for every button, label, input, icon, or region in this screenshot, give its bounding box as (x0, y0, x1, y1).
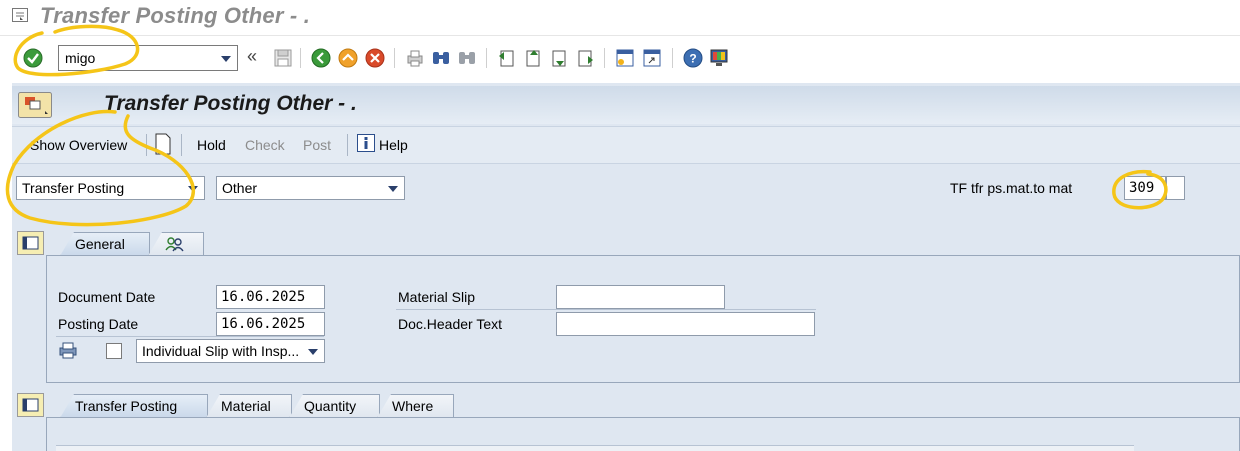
shortcut-icon[interactable] (641, 47, 663, 69)
collapse-icon[interactable]: « (247, 46, 257, 67)
print-version-select[interactable]: Individual Slip with Insp... (136, 339, 325, 363)
info-icon[interactable] (357, 134, 375, 152)
print-version-value: Individual Slip with Insp... (142, 343, 300, 359)
hold-button[interactable]: Hold (197, 137, 226, 153)
post-button[interactable]: Post (303, 137, 331, 153)
expand-detail-icon[interactable] (17, 393, 44, 417)
special-stock-field[interactable] (1166, 176, 1185, 200)
action-select-value: Transfer Posting (22, 180, 125, 196)
toolbar-separator (146, 134, 147, 156)
create-session-icon[interactable] (614, 47, 636, 69)
save-icon[interactable] (272, 47, 294, 69)
expand-header-icon[interactable] (17, 231, 44, 255)
chevron-down-icon[interactable] (308, 349, 318, 355)
movement-type-field[interactable]: 309 (1124, 176, 1166, 200)
posting-date-label: Posting Date (58, 316, 139, 332)
toolbar-separator (604, 48, 605, 68)
last-page-icon[interactable] (574, 47, 596, 69)
tab-general-label: General (75, 236, 125, 252)
print-icon[interactable] (58, 340, 78, 360)
toolbar-separator (672, 48, 673, 68)
window-title-bar: Transfer Posting Other - . (0, 0, 1240, 36)
exit-icon[interactable] (337, 47, 359, 69)
tab-quantity[interactable]: Quantity (289, 394, 380, 418)
svg-text:?: ? (689, 52, 696, 66)
tab-material[interactable]: Material (206, 394, 292, 418)
customize-layout-icon[interactable] (708, 47, 730, 69)
material-slip-field[interactable] (556, 285, 725, 309)
menu-icon[interactable] (12, 8, 28, 22)
divider (396, 309, 816, 310)
find-next-icon[interactable] (456, 47, 478, 69)
document-date-value: 16.06.2025 (221, 289, 306, 305)
action-select[interactable]: Transfer Posting (16, 176, 205, 200)
app-menu-icon[interactable] (18, 92, 52, 118)
chevron-down-icon[interactable] (388, 186, 398, 192)
tab-material-label: Material (221, 398, 271, 414)
show-overview-button[interactable]: Show Overview (30, 137, 127, 153)
posting-date-field[interactable]: 16.06.2025 (216, 312, 325, 336)
chevron-down-icon[interactable] (188, 186, 198, 192)
command-field[interactable]: migo (58, 45, 238, 71)
to-section-header (626, 445, 1134, 451)
help-icon[interactable]: ? (682, 47, 704, 69)
first-page-icon[interactable] (496, 47, 518, 69)
enter-icon[interactable] (22, 47, 44, 69)
check-button[interactable]: Check (245, 137, 285, 153)
doc-header-text-field[interactable] (556, 312, 815, 336)
toolbar-separator (347, 134, 348, 156)
new-document-icon[interactable] (155, 133, 171, 155)
left-margin (0, 83, 12, 451)
reference-select-value: Other (222, 180, 258, 196)
toolbar-separator (486, 48, 487, 68)
movement-type-label: TF tfr ps.mat.to mat (950, 180, 1073, 196)
document-date-label: Document Date (58, 289, 156, 305)
find-icon[interactable] (430, 47, 452, 69)
tab-quantity-label: Quantity (304, 398, 357, 414)
print-icon[interactable] (404, 47, 426, 69)
next-page-icon[interactable] (548, 47, 570, 69)
toolbar-separator (300, 48, 301, 68)
tab-transfer-posting-label: Transfer Posting (75, 398, 178, 414)
doc-header-text-label: Doc.Header Text (398, 316, 503, 332)
tab-transfer-posting[interactable]: Transfer Posting (60, 394, 208, 418)
partner-icon (165, 237, 184, 252)
help-button[interactable]: Help (379, 137, 408, 153)
divider (56, 336, 324, 337)
from-section-header (56, 445, 626, 451)
cancel-icon[interactable] (364, 47, 386, 69)
chevron-down-icon[interactable] (221, 56, 231, 62)
movement-type-value: 309 (1129, 180, 1155, 196)
transaction-title: Transfer Posting Other - . (104, 92, 357, 115)
reference-select[interactable]: Other (216, 176, 405, 200)
print-checkbox[interactable] (106, 343, 122, 359)
material-slip-label: Material Slip (398, 289, 476, 305)
command-field-value: migo (65, 50, 96, 66)
window-title: Transfer Posting Other - . (40, 3, 311, 28)
tab-where-label: Where (392, 398, 434, 414)
back-icon[interactable] (310, 47, 332, 69)
posting-date-value: 16.06.2025 (221, 316, 306, 332)
previous-page-icon[interactable] (522, 47, 544, 69)
document-date-field[interactable]: 16.06.2025 (216, 285, 325, 309)
toolbar-separator (181, 134, 182, 156)
toolbar-separator (394, 48, 395, 68)
tab-general[interactable]: General (60, 232, 150, 256)
